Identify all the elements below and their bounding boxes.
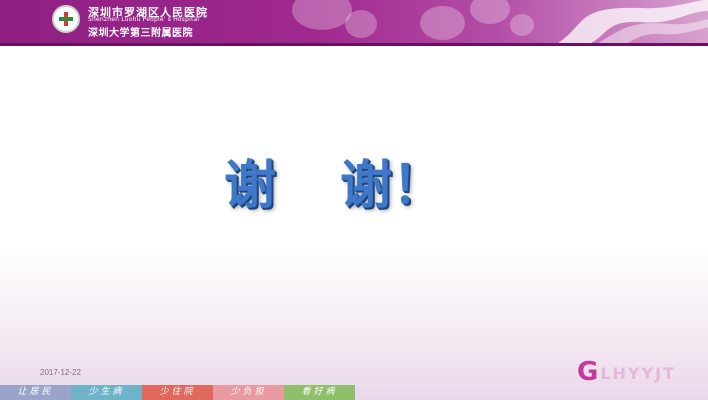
header-banner: 深圳市罗湖区人民医院 Shenzhen Luohu People' s Hosp… [0,0,708,43]
hospital-affiliate-cn: 深圳大学第三附属医院 [88,28,193,39]
footer-slogan-bar: 让居民 少生病 少住院 少负担 看好病 [0,385,355,400]
hospital-logo-icon [52,5,80,33]
brand-letter: G [577,357,599,387]
brand-logo: G LHYYJT [577,359,676,385]
thanks-part1: 谢 [224,154,277,216]
footer-tab: 少住院 [142,385,213,400]
brand-text: LHYYJT [600,363,676,383]
hospital-name-en: Shenzhen Luohu People' s Hospital [88,16,200,23]
header-bubble [345,10,377,38]
header-divider [0,43,708,46]
header-swoosh-decoration [558,0,708,43]
footer-tab: 少负担 [213,385,284,400]
slide-date: 2017-12-22 [40,368,81,377]
header-bubble [292,0,352,30]
thank-you-title: 谢 谢！ [224,150,444,216]
footer-tab: 让居民 [0,385,71,400]
header-bubble [420,6,465,40]
footer-tab: 看好病 [284,385,355,400]
footer-tab: 少生病 [71,385,142,400]
thanks-part2: 谢！ [340,154,445,216]
header-bubble [470,0,510,24]
